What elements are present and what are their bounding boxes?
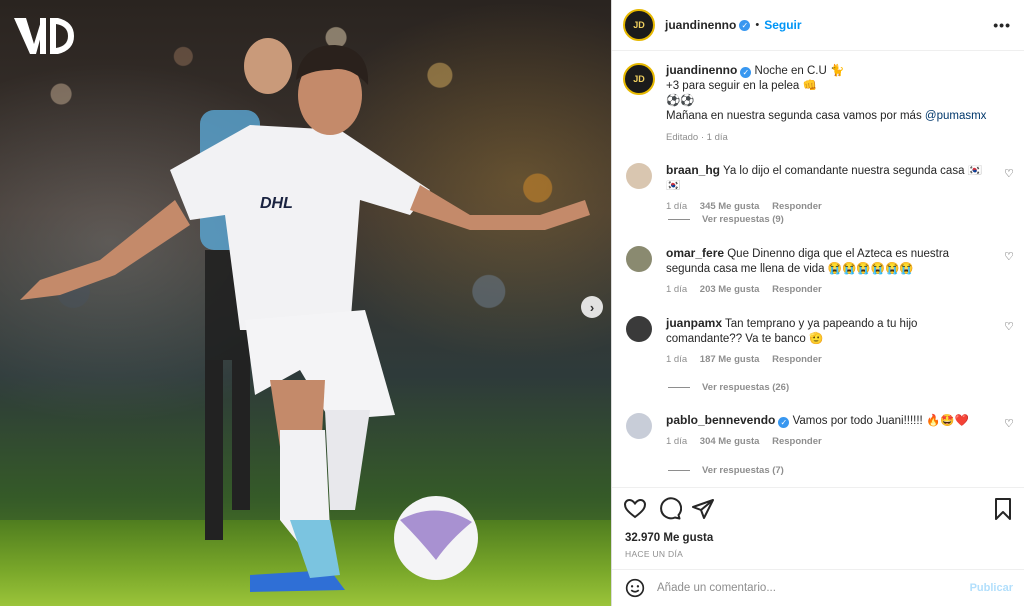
caption-line-4: Mañana en nuestra segunda casa vamos por… [666,110,925,122]
header-username[interactable]: juandinenno [665,18,736,32]
comment-username[interactable]: braan_hg [666,163,720,177]
caption-avatar[interactable]: JD [623,63,655,95]
comment-username[interactable]: pablo_bennevendo [666,413,775,427]
caption-username[interactable]: juandinenno [666,63,737,77]
verified-badge-icon: ✓ [778,417,790,428]
post-header: JD juandinenno ✓ • Seguir ••• [612,0,1024,51]
instagram-post: DHL › JD juandinenno ✓ • Seguir ••• JD j… [0,0,1024,606]
header-separator: • [755,19,760,31]
emoji-smiley-icon[interactable] [625,578,645,598]
comment-input[interactable]: Añade un comentario... [657,582,776,594]
like-comment-heart-icon[interactable]: ♡ [1004,417,1016,430]
caption-line-3: ⚽⚽ [666,95,695,107]
verified-badge-icon: ✓ [740,67,752,78]
post-time[interactable]: HACE UN DÍA [625,549,683,559]
reply-button[interactable]: Responder [772,201,822,212]
view-replies-button[interactable]: Ver respuestas (26) [668,382,789,393]
comment-text: Vamos por todo Juani!!!!!! 🔥🤩❤️ [792,415,969,427]
like-comment-heart-icon[interactable]: ♡ [1004,250,1016,263]
chevron-right-icon: › [589,299,595,315]
next-image-button[interactable]: › [581,296,603,318]
comment-time[interactable]: 1 día [666,436,687,447]
like-comment-heart-icon[interactable]: ♡ [1004,320,1016,333]
comment-time[interactable]: 1 día [666,284,687,295]
comment-time[interactable]: 1 día [666,354,687,365]
view-replies-button[interactable]: Ver respuestas (9) [668,214,784,225]
comment-avatar[interactable] [626,246,652,272]
bookmark-save-icon[interactable] [991,497,1015,521]
comment-item: omar_fere Que Dinenno diga que el Azteca… [626,246,1016,297]
reply-button[interactable]: Responder [772,354,822,365]
comment-avatar[interactable] [626,316,652,342]
publish-button[interactable]: Publicar [970,582,1013,594]
post-caption: JD juandinenno ✓ Noche en C.U 🐈 +3 para s… [623,63,986,145]
post-actions: 32.970 Me gusta HACE UN DÍA [612,487,1024,569]
comment-likes[interactable]: 304 Me gusta [700,436,760,447]
comment-time[interactable]: 1 día [666,201,687,212]
caption-line-1: Noche en C.U 🐈 [754,65,845,77]
comments-scroll-area[interactable]: JD juandinenno ✓ Noche en C.U 🐈 +3 para s… [612,51,1024,487]
comment-username[interactable]: juanpamx [666,316,722,330]
add-comment-bar: Añade un comentario... Publicar [612,569,1024,606]
comment-likes[interactable]: 203 Me gusta [700,284,760,295]
comment-item: braan_hg Ya lo dijo el comandante nuestr… [626,163,1016,214]
reply-button[interactable]: Responder [772,284,822,295]
like-heart-icon[interactable] [623,497,647,521]
comment-avatar[interactable] [626,163,652,189]
caption-meta: Editado · 1 día [666,132,728,143]
comment-avatar[interactable] [626,413,652,439]
like-comment-heart-icon[interactable]: ♡ [1004,167,1016,180]
svg-text:DHL: DHL [260,195,293,212]
comment-item: pablo_bennevendo ✓ Vamos por todo Juani!!… [626,413,1016,449]
player-illustration: DHL [20,38,590,592]
caption-body: juandinenno ✓ Noche en C.U 🐈 +3 para segu… [666,63,986,145]
post-image[interactable]: DHL › [0,0,611,606]
vid-logo [14,18,74,54]
comment-bubble-icon[interactable] [658,497,682,521]
more-options-icon[interactable]: ••• [993,17,1011,33]
comment-likes[interactable]: 345 Me gusta [700,201,760,212]
comment-item: juanpamx Tan temprano y ya papeando a tu… [626,316,1016,367]
comment-likes[interactable]: 187 Me gusta [700,354,760,365]
view-replies-button[interactable]: Ver respuestas (7) [668,465,784,476]
post-panel: JD juandinenno ✓ • Seguir ••• JD juandin… [611,0,1024,606]
comment-username[interactable]: omar_fere [666,246,724,260]
avatar[interactable]: JD [623,9,655,41]
caption-line-2: +3 para seguir en la pelea 👊 [666,80,817,92]
share-send-icon[interactable] [691,497,715,521]
follow-button[interactable]: Seguir [764,18,801,32]
mention-link[interactable]: @pumasmx [925,110,987,122]
likes-count[interactable]: 32.970 Me gusta [625,532,713,544]
verified-badge-icon: ✓ [739,19,751,31]
reply-button[interactable]: Responder [772,436,822,447]
